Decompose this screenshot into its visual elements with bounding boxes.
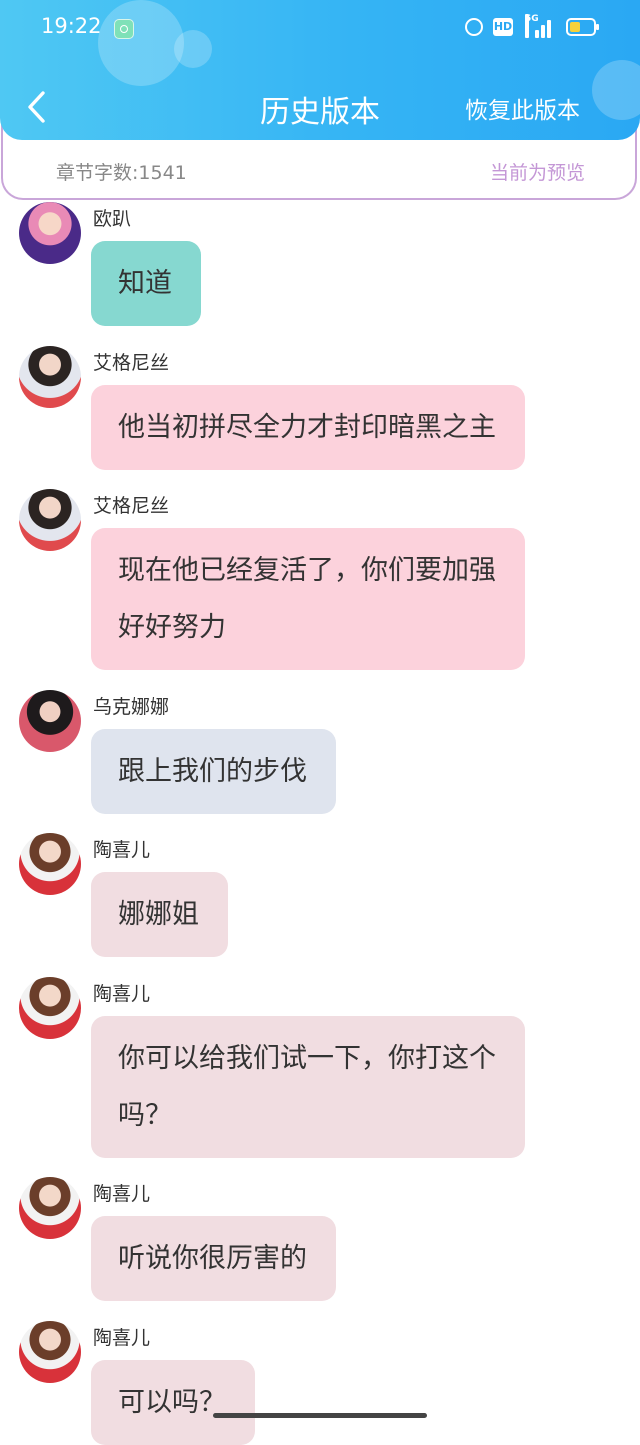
message-line: 跟上我们的步伐 — [118, 756, 307, 787]
sender-name: 艾格尼丝 — [93, 352, 170, 374]
home-indicator[interactable] — [213, 1413, 427, 1418]
hd-icon: HD — [493, 18, 513, 36]
sender-name: 陶喜儿 — [93, 983, 151, 1005]
message-line: 吗？ — [118, 1100, 172, 1131]
battery-icon — [566, 18, 599, 36]
message-bubble[interactable]: 现在他已经复活了，你们要加强 好好努力 — [91, 528, 525, 670]
status-bar: 19:22 HD 5G — [0, 0, 640, 56]
message-bubble[interactable]: 跟上我们的步伐 — [91, 729, 336, 814]
sender-name: 艾格尼丝 — [93, 495, 170, 517]
chapter-word-count: 章节字数:1541 — [56, 162, 187, 184]
network-label: 5G — [525, 14, 539, 38]
avatar[interactable] — [19, 346, 81, 408]
sender-name: 乌克娜娜 — [93, 696, 170, 718]
alarm-icon — [465, 18, 483, 36]
avatar[interactable] — [19, 489, 81, 551]
signal-icon: 5G — [525, 14, 555, 38]
message-line: 听说你很厉害的 — [118, 1243, 307, 1274]
sender-name: 陶喜儿 — [93, 1327, 151, 1349]
sender-name: 陶喜儿 — [93, 1183, 151, 1205]
status-time: 19:22 — [41, 14, 102, 38]
sender-name: 欧趴 — [93, 208, 132, 230]
preview-status-label: 当前为预览 — [489, 162, 585, 184]
message-line: 现在他已经复活了，你们要加强 — [118, 555, 496, 586]
sender-name: 陶喜儿 — [93, 839, 151, 861]
avatar[interactable] — [19, 977, 81, 1039]
message-bubble[interactable]: 你可以给我们试一下，你打这个 吗？ — [91, 1016, 525, 1158]
avatar[interactable] — [19, 833, 81, 895]
avatar[interactable] — [19, 1177, 81, 1239]
message-line: 娜娜姐 — [118, 899, 199, 930]
restore-version-button[interactable]: 恢复此版本 — [465, 91, 580, 125]
message-line: 知道 — [118, 268, 172, 299]
notification-icon — [114, 19, 134, 39]
message-line: 他当初拼尽全力才封印暗黑之主 — [118, 412, 496, 443]
avatar[interactable] — [19, 1321, 81, 1383]
message-bubble[interactable]: 可以吗？ — [91, 1360, 255, 1445]
header-bar: 19:22 HD 5G 历史版本 恢复此版本 — [0, 0, 640, 140]
message-bubble[interactable]: 知道 — [91, 241, 201, 326]
avatar[interactable] — [19, 690, 81, 752]
message-line: 好好努力 — [118, 612, 226, 643]
message-line: 你可以给我们试一下，你打这个 — [118, 1043, 496, 1074]
message-line: 可以吗？ — [118, 1387, 226, 1418]
message-bubble[interactable]: 娜娜姐 — [91, 872, 228, 957]
avatar[interactable] — [19, 202, 81, 264]
message-bubble[interactable]: 他当初拼尽全力才封印暗黑之主 — [91, 385, 525, 470]
message-bubble[interactable]: 听说你很厉害的 — [91, 1216, 336, 1301]
